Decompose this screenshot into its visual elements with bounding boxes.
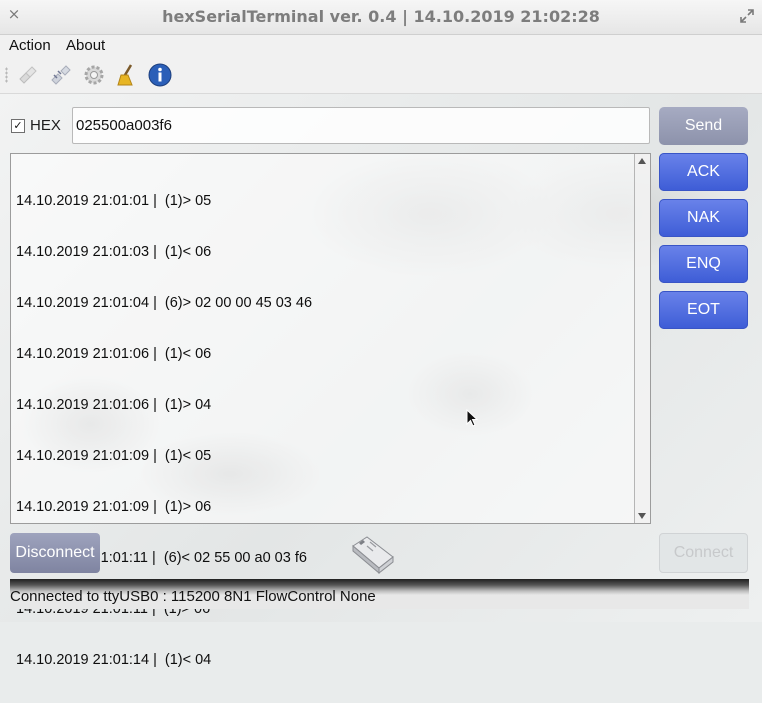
window-title: hexSerialTerminal ver. 0.4 | 14.10.2019 … xyxy=(162,7,600,26)
scroll-up-icon[interactable] xyxy=(638,158,646,164)
log-line: 14.10.2019 21:01:06 | (1)> 04 xyxy=(16,397,212,413)
connect-button[interactable]: Connect xyxy=(659,533,748,573)
log-line: 14.10.2019 21:01:03 | (1)< 06 xyxy=(16,244,212,260)
maximize-icon[interactable] xyxy=(740,9,754,23)
log-lines: 14.10.2019 21:01:01 | (1)> 05 14.10.2019… xyxy=(16,159,312,703)
eot-button[interactable]: EOT xyxy=(659,291,748,329)
settings-icon[interactable] xyxy=(82,63,106,87)
disconnect-button[interactable]: Disconnect xyxy=(10,533,100,573)
send-input[interactable] xyxy=(72,107,650,144)
nak-button[interactable]: NAK xyxy=(659,199,748,237)
log-line: 14.10.2019 21:01:14 | (1)< 04 xyxy=(16,652,212,668)
info-icon[interactable] xyxy=(148,63,172,87)
menu-about[interactable]: About xyxy=(66,37,105,54)
log-line: 14.10.2019 21:01:09 | (1)< 05 xyxy=(16,448,212,464)
status-text: Connected to ttyUSB0 : 115200 8N1 FlowCo… xyxy=(10,588,376,605)
menu-bar: Action About xyxy=(0,35,762,57)
hex-checkbox[interactable]: ✓ xyxy=(11,119,25,133)
hex-label: HEX xyxy=(30,117,61,134)
scroll-down-icon[interactable] xyxy=(638,513,646,519)
log-line: 14.10.2019 21:01:01 | (1)> 05 xyxy=(16,193,212,209)
connect-icon[interactable] xyxy=(16,63,40,87)
ack-button[interactable]: ACK xyxy=(659,153,748,191)
toolbar xyxy=(0,57,762,94)
clear-icon[interactable] xyxy=(115,63,139,87)
send-button[interactable]: Send xyxy=(659,107,748,145)
status-bar: Connected to ttyUSB0 : 115200 8N1 FlowCo… xyxy=(10,579,749,609)
log-line: 14.10.2019 21:01:09 | (1)> 06 xyxy=(16,499,212,515)
menu-action[interactable]: Action xyxy=(9,37,51,54)
log-scrollbar[interactable] xyxy=(634,154,650,523)
disconnect-icon[interactable] xyxy=(49,63,73,87)
log-view[interactable]: 14.10.2019 21:01:01 | (1)> 05 14.10.2019… xyxy=(10,153,651,668)
title-bar: × hexSerialTerminal ver. 0.4 | 14.10.201… xyxy=(0,0,762,35)
mouse-cursor-icon xyxy=(466,409,478,427)
log-line: 14.10.2019 21:01:04 | (6)> 02 00 00 45 0… xyxy=(16,295,313,311)
log-line: 14.10.2019 21:01:06 | (1)< 06 xyxy=(16,346,212,362)
enq-button[interactable]: ENQ xyxy=(659,245,748,283)
toolbar-handle[interactable] xyxy=(5,67,8,83)
usb-adapter-icon xyxy=(352,536,394,574)
